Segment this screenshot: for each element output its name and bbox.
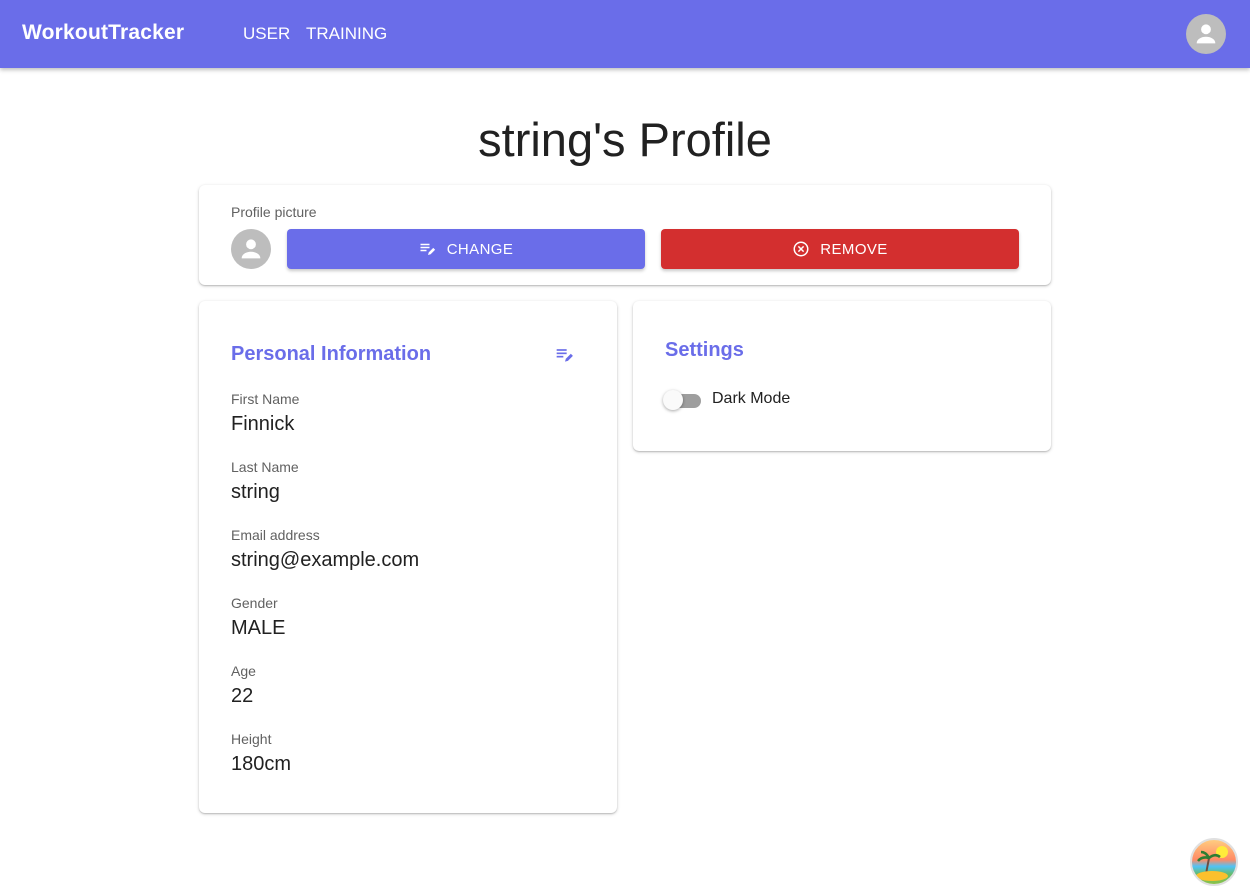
nav-user-link[interactable]: USER bbox=[243, 24, 290, 44]
height-label: Height bbox=[231, 731, 272, 747]
dark-mode-toggle[interactable] bbox=[663, 389, 703, 411]
remove-picture-button[interactable]: REMOVE bbox=[661, 229, 1019, 269]
gender-value: MALE bbox=[231, 617, 286, 639]
profile-picture-label: Profile picture bbox=[231, 204, 317, 220]
dark-mode-label: Dark Mode bbox=[712, 390, 791, 407]
brand-title[interactable]: WorkoutTracker bbox=[22, 21, 184, 45]
profile-avatar bbox=[231, 229, 271, 269]
edit-personal-info-button[interactable] bbox=[553, 343, 577, 367]
personal-information-heading: Personal Information bbox=[231, 343, 432, 365]
first-name-value: Finnick bbox=[231, 413, 295, 435]
app-bar: WorkoutTracker USER TRAINING bbox=[0, 0, 1250, 68]
change-picture-button[interactable]: CHANGE bbox=[287, 229, 645, 269]
change-button-label: CHANGE bbox=[446, 240, 514, 258]
corner-badge[interactable] bbox=[1190, 838, 1238, 886]
email-value: string@example.com bbox=[231, 549, 420, 571]
toggle-thumb bbox=[663, 390, 683, 410]
remove-icon bbox=[793, 241, 809, 257]
settings-heading: Settings bbox=[665, 339, 744, 361]
beach-island-icon bbox=[1196, 846, 1228, 881]
account-icon bbox=[1196, 24, 1216, 44]
remove-button-label: REMOVE bbox=[820, 240, 888, 258]
gender-label: Gender bbox=[231, 595, 278, 611]
age-value: 22 bbox=[231, 685, 254, 707]
nav-training-link[interactable]: TRAINING bbox=[306, 24, 387, 44]
page-title: string's Profile bbox=[478, 113, 772, 166]
email-label: Email address bbox=[231, 527, 320, 543]
last-name-label: Last Name bbox=[231, 459, 299, 475]
profile-picture-card: Profile picture CHANGE REMOVE bbox=[199, 185, 1051, 285]
edit-icon bbox=[556, 349, 573, 362]
age-label: Age bbox=[231, 663, 256, 679]
settings-card: Settings Dark Mode bbox=[633, 301, 1051, 451]
first-name-label: First Name bbox=[231, 391, 300, 407]
last-name-value: string bbox=[231, 481, 280, 503]
height-value: 180cm bbox=[231, 753, 292, 775]
account-icon bbox=[241, 239, 261, 259]
account-avatar-button[interactable] bbox=[1186, 14, 1226, 54]
edit-icon bbox=[420, 243, 435, 255]
personal-information-card: Personal Information First Name Finnick … bbox=[199, 301, 617, 813]
